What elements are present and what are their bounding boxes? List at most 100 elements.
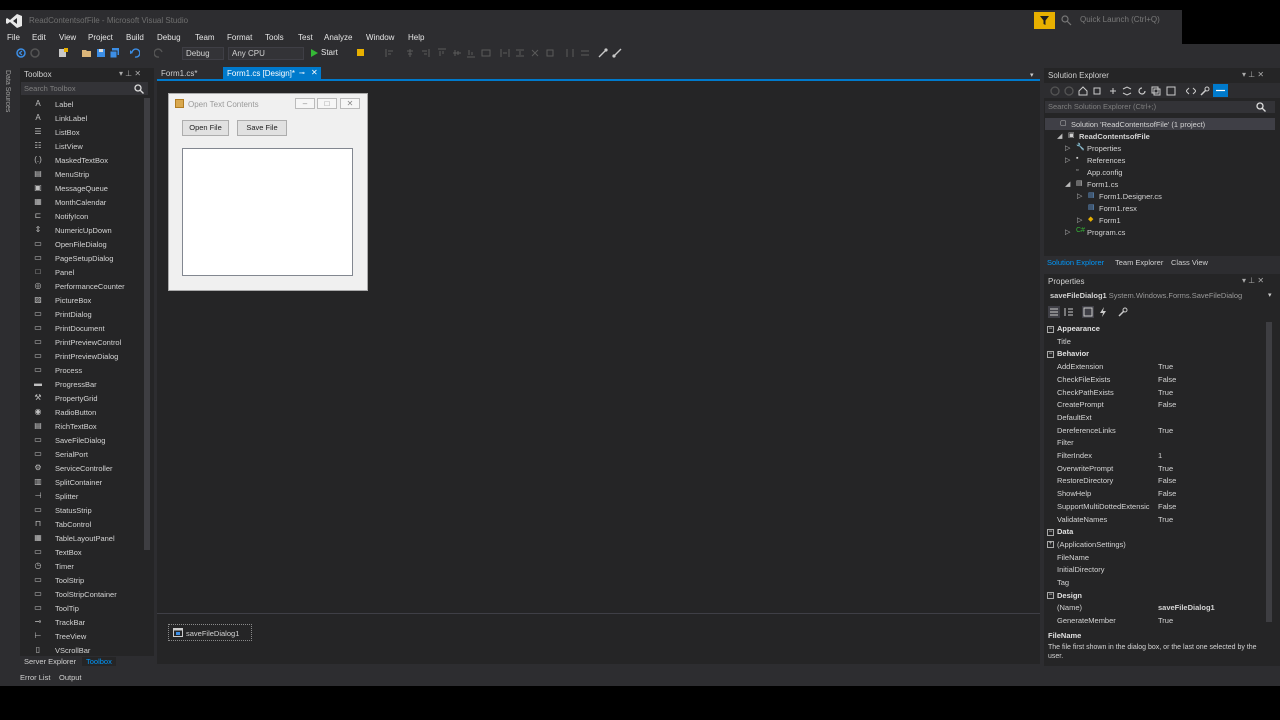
property-value[interactable]: False [1158, 375, 1176, 384]
tab-class-view[interactable]: Class View [1171, 258, 1208, 267]
collapse-icon[interactable]: − [1047, 592, 1054, 600]
property-name[interactable]: RestoreDirectory [1057, 476, 1113, 485]
properties-window-controls[interactable]: ▾ ⊥ ✕ [1242, 276, 1264, 285]
collapse-icon[interactable]: − [1047, 325, 1054, 333]
toolbox-item[interactable]: ▭ PrintDocument [32, 321, 142, 335]
solution-explorer-search-input[interactable]: Search Solution Explorer (Ctrl+;) [1045, 101, 1275, 113]
collapse-icon[interactable]: − [1047, 528, 1054, 536]
forward-icon[interactable] [1064, 86, 1074, 96]
collapsed-arrow-icon[interactable]: ▷ [1065, 144, 1070, 152]
property-category[interactable]: − Data [1047, 527, 1073, 536]
toolbox-item[interactable]: ⊣ Splitter [32, 489, 142, 503]
property-name[interactable]: Filter [1057, 438, 1074, 447]
tree-node[interactable]: ReadContentsofFile [1079, 132, 1150, 144]
menu-file[interactable]: File [7, 33, 20, 42]
collapsed-arrow-icon[interactable]: ▷ [1077, 192, 1082, 200]
toolbox-item[interactable]: ⊓ TabControl [32, 517, 142, 531]
property-name[interactable]: Tag [1057, 578, 1069, 587]
start-button[interactable]: Start [321, 48, 338, 57]
menu-debug[interactable]: Debug [157, 33, 181, 42]
expanded-arrow-icon[interactable]: ◢ [1065, 180, 1070, 188]
property-value[interactable]: False [1158, 400, 1176, 409]
notifications-filter-icon[interactable] [1034, 12, 1055, 29]
collapse-all-icon[interactable] [1122, 86, 1132, 96]
contents-textbox[interactable] [182, 148, 353, 276]
search-icon[interactable] [1256, 102, 1266, 112]
start-play-icon[interactable] [309, 48, 319, 58]
property-name[interactable]: OverwritePrompt [1057, 464, 1113, 473]
collapsed-arrow-icon[interactable]: ▷ [1065, 156, 1070, 164]
property-value[interactable]: True [1158, 426, 1173, 435]
property-name[interactable]: (ApplicationSettings) [1057, 540, 1126, 549]
toolbox-item[interactable]: (.) MaskedTextBox [32, 153, 142, 167]
toolbox-search-input[interactable]: Search Toolbox [21, 82, 148, 95]
property-name[interactable]: DefaultExt [1057, 413, 1092, 422]
toolbox-item[interactable]: ⊏ NotifyIcon [32, 209, 142, 223]
property-name[interactable]: (Name) [1057, 603, 1082, 612]
toolbox-item[interactable]: ▤ RichTextBox [32, 419, 142, 433]
tree-node[interactable]: Program.cs [1087, 228, 1125, 240]
toolbox-scrollbar[interactable] [144, 98, 150, 550]
toolbox-item[interactable]: ⊢ TreeView [32, 629, 142, 643]
properties-object-selector[interactable]: saveFileDialog1 System.Windows.Forms.Sav… [1050, 291, 1242, 300]
tree-node[interactable]: References [1087, 156, 1125, 168]
property-name[interactable]: SupportMultiDottedExtensic [1057, 502, 1150, 511]
expanded-arrow-icon[interactable]: ◢ [1057, 132, 1062, 140]
collapsed-arrow-icon[interactable]: ▷ [1065, 228, 1070, 236]
alphabetical-icon[interactable] [1063, 306, 1075, 318]
align-right-icon[interactable] [420, 48, 430, 58]
send-to-back-icon[interactable] [612, 48, 622, 58]
toolbox-item[interactable]: ▦ MonthCalendar [32, 195, 142, 209]
tree-node[interactable]: Solution 'ReadContentsofFile' (1 project… [1071, 120, 1205, 132]
menu-build[interactable]: Build [126, 33, 144, 42]
tree-node[interactable]: App.config [1087, 168, 1122, 180]
align-bottom-icon[interactable] [466, 48, 476, 58]
redo-icon[interactable] [154, 48, 164, 58]
increase-spacing-icon[interactable] [515, 48, 525, 58]
attach-icon[interactable] [356, 48, 366, 58]
quick-launch-input[interactable]: Quick Launch (Ctrl+Q) [1076, 13, 1180, 27]
property-category[interactable]: − Design [1047, 591, 1082, 600]
menu-help[interactable]: Help [408, 33, 424, 42]
toolbox-item[interactable]: □ Panel [32, 265, 142, 279]
tab-server-explorer[interactable]: Server Explorer [24, 657, 76, 666]
tab-toolbox[interactable]: Toolbox [82, 657, 116, 666]
collapsed-arrow-icon[interactable]: ▷ [1077, 216, 1082, 224]
pending-changes-icon[interactable] [1092, 86, 1102, 96]
home-icon[interactable] [1078, 86, 1088, 96]
refresh-icon[interactable] [1137, 86, 1147, 96]
sync-icon[interactable] [1108, 86, 1118, 96]
events-lightning-icon[interactable] [1097, 306, 1109, 318]
minimize-icon[interactable]: – [295, 98, 315, 109]
toolbox-item[interactable]: ▭ StatusStrip [32, 503, 142, 517]
expand-icon[interactable]: + [1047, 541, 1054, 549]
property-expander[interactable]: + [1047, 540, 1057, 549]
maximize-icon[interactable]: □ [317, 98, 337, 109]
remove-spacing-icon[interactable] [545, 48, 555, 58]
menu-format[interactable]: Format [227, 33, 252, 42]
property-value[interactable]: True [1158, 464, 1173, 473]
toolbox-item[interactable]: A LinkLabel [32, 111, 142, 125]
undo-icon[interactable] [130, 48, 140, 58]
show-all-files-icon[interactable] [1166, 86, 1176, 96]
property-value[interactable]: False [1158, 502, 1176, 511]
toolbox-item[interactable]: ⚙ ServiceController [32, 461, 142, 475]
preview-selected-button[interactable] [1213, 84, 1228, 97]
bring-to-front-icon[interactable] [598, 48, 608, 58]
properties-wrench-icon[interactable] [1200, 86, 1210, 96]
toolbox-item[interactable]: ▭ ToolTip [32, 601, 142, 615]
save-all-icon[interactable] [110, 48, 120, 58]
property-name[interactable]: CreatePrompt [1057, 400, 1104, 409]
menu-view[interactable]: View [59, 33, 76, 42]
property-value[interactable]: False [1158, 476, 1176, 485]
toolbox-window-controls[interactable]: ▾ ⊥ ✕ [119, 69, 141, 78]
tree-node[interactable]: Form1.Designer.cs [1099, 192, 1162, 204]
property-name[interactable]: InitialDirectory [1057, 565, 1105, 574]
toolbox-item[interactable]: ▭ OpenFileDialog [32, 237, 142, 251]
toolbox-item[interactable]: ▣ MessageQueue [32, 181, 142, 195]
make-same-size-icon[interactable] [481, 48, 491, 58]
save-icon[interactable] [96, 48, 106, 58]
toolbox-item[interactable]: ▥ SplitContainer [32, 475, 142, 489]
tab-solution-explorer[interactable]: Solution Explorer [1047, 258, 1104, 267]
toolbox-item[interactable]: ▭ SaveFileDialog [32, 433, 142, 447]
